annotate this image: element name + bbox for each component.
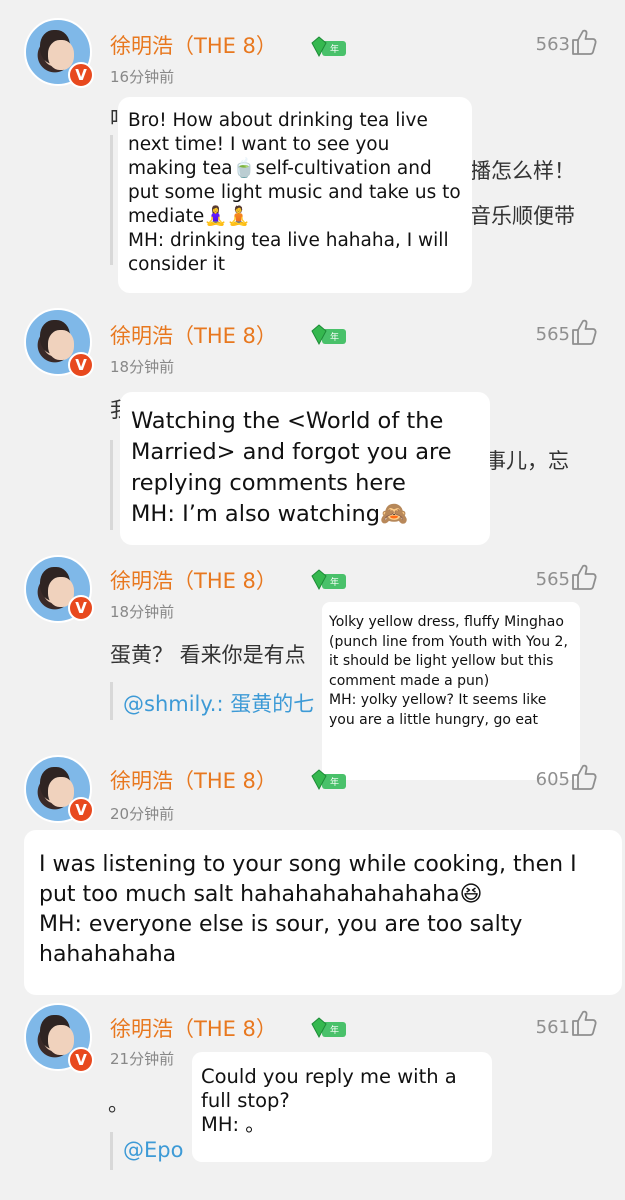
original-comment-fragment: 音乐顺便带	[470, 204, 575, 228]
like-count: 565	[535, 324, 570, 345]
author-name[interactable]: 徐明浩（THE 8）	[110, 320, 277, 350]
like-count: 563	[535, 34, 570, 55]
thumbs-up-icon[interactable]	[571, 28, 597, 56]
svg-text:年: 年	[330, 576, 339, 588]
author-name[interactable]: 徐明浩（THE 8）	[110, 565, 277, 595]
quote-bar	[110, 682, 113, 720]
verified-badge-icon: V	[68, 62, 94, 88]
comment-3: V 徐明浩（THE 8） 年 18分钟前 565 蛋黄？ 看来你是有点 @shm…	[0, 545, 625, 780]
quote-bar	[110, 1132, 113, 1170]
like-count: 565	[535, 569, 570, 590]
translation-text: Yolky yellow dress, fluffy Minghao (punc…	[329, 614, 568, 689]
translation-box: Watching the <World of the Married> and …	[120, 392, 490, 545]
reply-text: MH: drinking tea live hahaha, I will con…	[128, 230, 449, 275]
thumbs-up-icon[interactable]	[571, 563, 597, 591]
level-gem-icon: 年	[311, 324, 346, 346]
like-count: 561	[535, 1017, 570, 1038]
quote-bar	[110, 440, 113, 530]
verified-badge-icon: V	[68, 352, 94, 378]
quote-mention[interactable]: @Epo	[123, 1138, 183, 1162]
author-name[interactable]: 徐明浩（THE 8）	[110, 1013, 277, 1043]
translation-text: Watching the <World of the Married> and …	[131, 408, 452, 496]
svg-text:年: 年	[330, 43, 339, 55]
reply-text: MH: everyone else is sour, you are too s…	[39, 912, 523, 967]
comment-text: 。	[108, 1092, 129, 1116]
level-gem-icon: 年	[311, 1017, 346, 1039]
thumbs-up-icon[interactable]	[571, 318, 597, 346]
timestamp: 21分钟前	[110, 1050, 175, 1068]
level-gem-icon: 年	[311, 36, 346, 58]
comment-4: V 徐明浩（THE 8） 年 20分钟前 605 I was listening…	[0, 745, 625, 1000]
svg-text:年: 年	[330, 776, 339, 788]
comment-text: 蛋黄？ 看来你是有点	[110, 643, 306, 667]
translation-box: I was listening to your song while cooki…	[24, 830, 622, 995]
timestamp: 18分钟前	[110, 358, 175, 376]
translation-box: Bro! How about drinking tea live next ti…	[118, 97, 472, 293]
timestamp: 16分钟前	[110, 68, 175, 86]
comment-5: V 徐明浩（THE 8） 年 21分钟前 561 。 @Epo Could yo…	[0, 995, 625, 1200]
original-comment-fragment: 事儿，忘	[485, 449, 569, 473]
quote-bar	[110, 135, 113, 265]
reply-text: MH: I’m also watching🙈	[131, 501, 409, 527]
like-count: 605	[535, 769, 570, 790]
verified-badge-icon: V	[68, 595, 94, 621]
verified-badge-icon: V	[68, 1047, 94, 1073]
level-gem-icon: 年	[311, 769, 346, 791]
thumbs-up-icon[interactable]	[571, 763, 597, 791]
comment-2: V 徐明浩（THE 8） 年 18分钟前 565 我 事儿，忘 Watching…	[0, 290, 625, 560]
comment-1: V 徐明浩（THE 8） 年 16分钟前 563 吗 播怎么样！ 音乐顺便带 B…	[0, 0, 625, 300]
translation-box: Could you reply me with a full stop? MH:…	[192, 1052, 492, 1162]
thumbs-up-icon[interactable]	[571, 1009, 597, 1037]
translation-text: I was listening to your song while cooki…	[39, 852, 577, 907]
original-comment-fragment: 播怎么样！	[470, 159, 575, 183]
svg-text:年: 年	[330, 1024, 339, 1036]
author-name[interactable]: 徐明浩（THE 8）	[110, 765, 277, 795]
translation-text: Could you reply me with a full stop?	[201, 1065, 457, 1112]
translation-text: Bro! How about drinking tea live next ti…	[128, 110, 461, 227]
timestamp: 20分钟前	[110, 805, 175, 823]
quote-mention[interactable]: @shmily.: 蛋黄的七	[123, 688, 323, 718]
level-gem-icon: 年	[311, 569, 346, 591]
reply-text: MH: yolky yellow? It seems like you are …	[329, 692, 547, 728]
svg-text:年: 年	[330, 331, 339, 343]
verified-badge-icon: V	[68, 797, 94, 823]
reply-text: MH: 。	[201, 1113, 265, 1136]
timestamp: 18分钟前	[110, 603, 175, 621]
author-name[interactable]: 徐明浩（THE 8）	[110, 30, 277, 60]
